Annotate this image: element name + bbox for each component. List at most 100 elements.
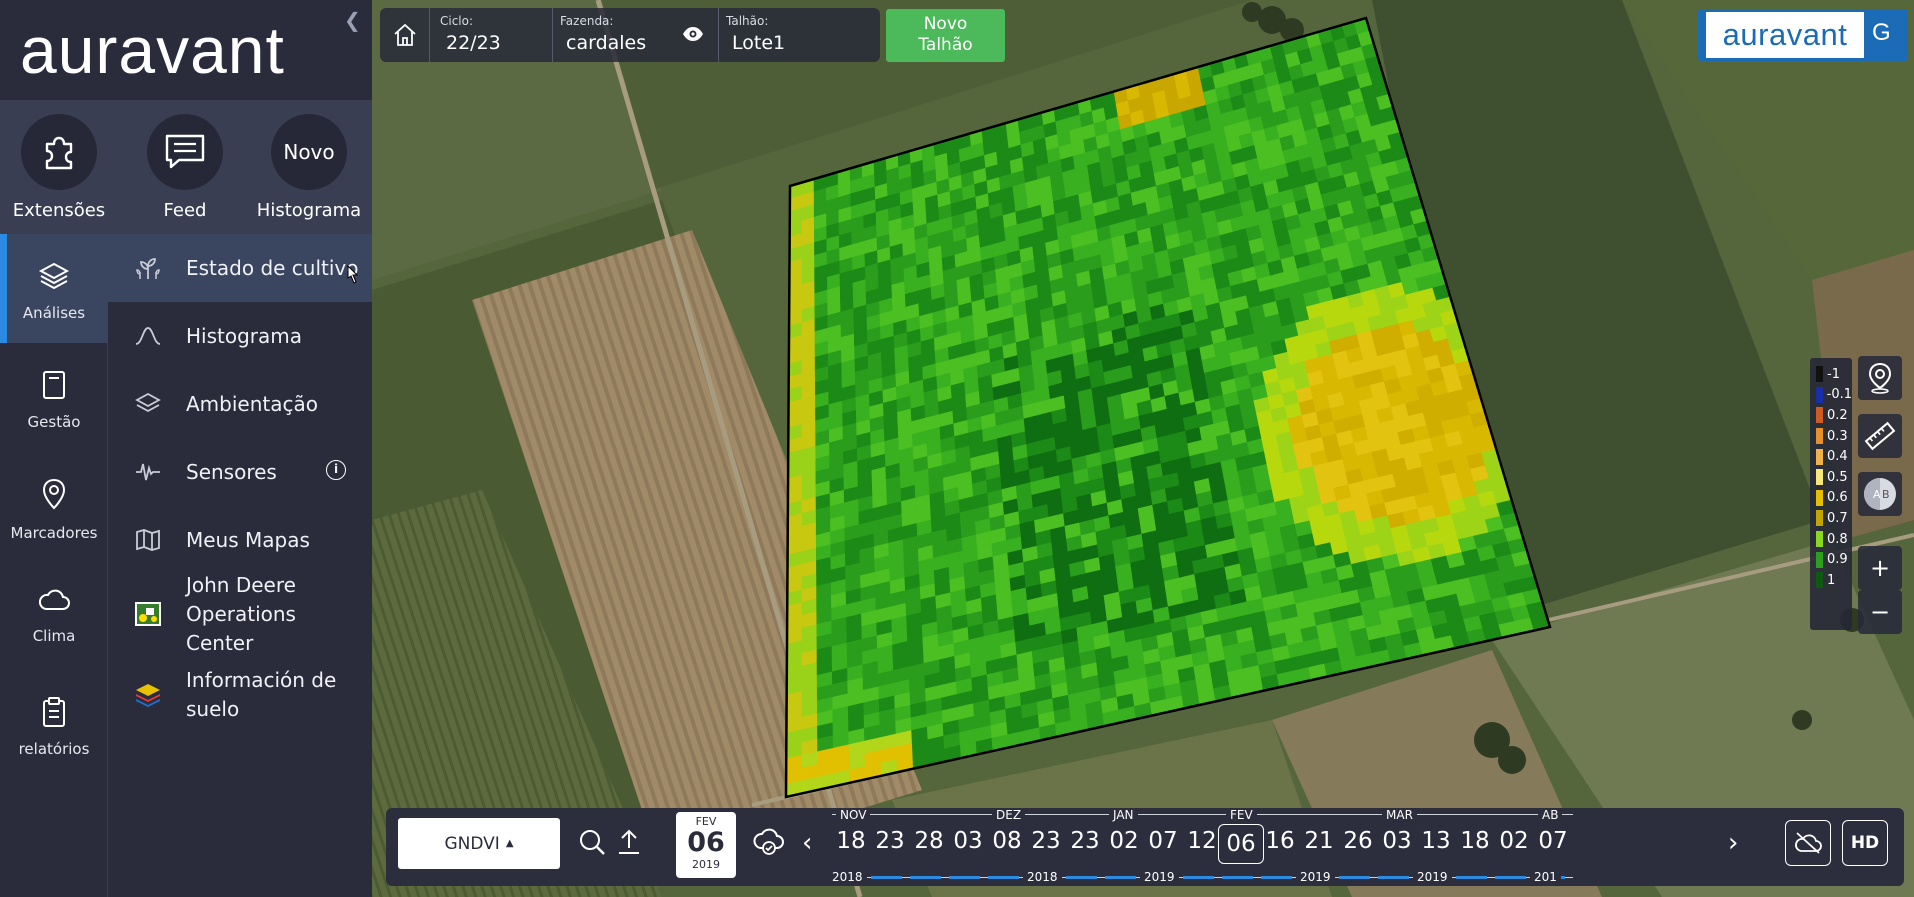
rail-item-analises[interactable]: Análises xyxy=(0,234,108,343)
legend-swatch xyxy=(1816,469,1823,486)
cloud-toggle-button[interactable] xyxy=(1785,820,1831,866)
timeline-availability-bar xyxy=(988,876,1019,879)
tractor-icon xyxy=(134,600,162,628)
submenu-label: Histograma xyxy=(186,323,303,348)
divider xyxy=(718,8,719,62)
new-talhao-button[interactable]: Novo Talhão xyxy=(886,9,1005,62)
timeline-prev-arrow[interactable]: ‹ xyxy=(802,828,812,858)
timeline-availability-bar xyxy=(871,876,902,879)
extensions-button[interactable]: Extensões xyxy=(4,114,114,221)
submenu-label: Meus Mapas xyxy=(186,527,310,552)
satellite-map[interactable] xyxy=(372,0,1914,897)
legend-row: 0.3 xyxy=(1810,426,1852,447)
collapse-sidebar-button[interactable]: ❮ xyxy=(344,8,361,32)
upload-icon[interactable] xyxy=(616,828,642,860)
locate-button[interactable] xyxy=(1858,356,1902,400)
selected-date-badge[interactable]: FEV 06 2019 xyxy=(676,812,736,878)
hd-toggle-button[interactable]: HD xyxy=(1842,820,1888,866)
eye-icon[interactable] xyxy=(682,26,704,46)
new-talhao-label-2: Talhão xyxy=(918,35,973,55)
timeline-date[interactable]: 07 xyxy=(1530,828,1576,854)
legend-value: 0.2 xyxy=(1827,407,1848,423)
fazenda-label: Fazenda: xyxy=(560,14,614,28)
legend-row: 0.7 xyxy=(1810,508,1852,529)
submenu-label: Ambientação xyxy=(186,391,318,416)
fazenda-selector[interactable]: Fazenda: cardales xyxy=(560,14,646,54)
main-nav-rail: Análises Gestão Marcadores Clima relatór… xyxy=(0,234,108,897)
submenu-label: Sensores xyxy=(186,459,277,484)
notebook-icon xyxy=(43,371,65,399)
timeline-year-label: 2018 xyxy=(1023,870,1062,884)
compare-b: B xyxy=(1882,488,1890,501)
legend-value: 0.5 xyxy=(1827,469,1848,485)
talhao-selector[interactable]: Talhão: Lote1 xyxy=(726,14,785,54)
submenu-item-ambientacao[interactable]: Ambientação xyxy=(108,370,372,438)
measure-button[interactable] xyxy=(1858,414,1902,458)
feed-label: Feed xyxy=(163,200,207,221)
compare-ab-button[interactable]: AB xyxy=(1858,472,1902,516)
timeline-availability-bar xyxy=(949,876,980,879)
rail-item-clima[interactable]: Clima xyxy=(0,561,108,670)
rail-label: Marcadores xyxy=(10,524,98,542)
home-icon xyxy=(393,23,416,46)
rail-label: Clima xyxy=(32,627,76,645)
rail-item-relatorios[interactable]: relatórios xyxy=(0,670,108,779)
legend-value: 0.3 xyxy=(1827,428,1848,444)
caret-up-icon: ▲ xyxy=(505,838,514,849)
rail-label: Análises xyxy=(22,304,86,322)
rail-item-marcadores[interactable]: Marcadores xyxy=(0,452,108,561)
timeline-availability-bar xyxy=(1183,876,1214,879)
zoom-out-button[interactable]: − xyxy=(1858,590,1902,634)
rail-item-gestao[interactable]: Gestão xyxy=(0,343,108,452)
legend-row: 0.8 xyxy=(1810,529,1852,550)
legend-value: 0.8 xyxy=(1827,531,1848,547)
index-dropdown[interactable]: GNDVI ▲ xyxy=(398,818,560,869)
submenu-item-john-deere[interactable]: John Deere Operations Center xyxy=(108,573,372,655)
quick-actions: Extensões Feed Novo Histograma xyxy=(0,100,372,234)
timeline-year-label: 2019 xyxy=(1413,870,1452,884)
map-pin-icon xyxy=(42,478,66,510)
ciclo-selector[interactable]: Ciclo: 22/23 xyxy=(440,14,501,54)
cloud-filter-icon[interactable] xyxy=(752,826,786,860)
image-timeline-bar: GNDVI ▲ FEV 06 2019 ‹ NOV DEZ JAN FEV MAR AB 1… xyxy=(386,808,1904,886)
legend-row: -1 xyxy=(1810,364,1852,385)
legend-swatch xyxy=(1816,510,1823,527)
sidebar: auravant ❮ Extensões Feed Novo Histogram… xyxy=(0,0,372,897)
legend-swatch xyxy=(1816,572,1823,589)
zoom-in-button[interactable]: + xyxy=(1858,546,1902,590)
submenu-item-meus-mapas[interactable]: Meus Mapas xyxy=(108,506,372,574)
search-icon[interactable] xyxy=(578,828,606,860)
mouse-cursor xyxy=(344,264,360,290)
timeline-availability-bar xyxy=(1456,876,1487,879)
user-brand-badge[interactable]: auravant G xyxy=(1698,9,1908,61)
legend-value: -0.1 xyxy=(1826,387,1852,403)
clipboard-icon xyxy=(43,697,65,727)
home-button[interactable] xyxy=(380,8,430,62)
legend-swatch xyxy=(1816,386,1823,403)
legend-row: 0.4 xyxy=(1810,446,1852,467)
submenu-item-estado-de-cultivo[interactable]: Estado de cultivo xyxy=(108,234,372,302)
submenu-label: John Deere Operations Center xyxy=(186,572,296,655)
legend-swatch xyxy=(1816,366,1823,383)
user-initial: G xyxy=(1872,19,1891,46)
legend-row: 0.2 xyxy=(1810,405,1852,426)
index-color-legend: -1 -0.1 0.2 0.3 0.4 0.5 0.6 0.7 0.8 0.9 1 xyxy=(1810,358,1852,630)
timeline-month-label: JAN xyxy=(1109,808,1138,822)
submenu-item-histograma[interactable]: Histograma xyxy=(108,302,372,370)
submenu-item-sensores[interactable]: Sensores i xyxy=(108,438,372,506)
ciclo-label: Ciclo: xyxy=(440,14,474,28)
selected-year: 2019 xyxy=(692,858,720,871)
novo-badge: Novo xyxy=(271,114,347,190)
feed-button[interactable]: Feed xyxy=(130,114,240,221)
timeline-next-arrow[interactable]: › xyxy=(1728,828,1738,858)
layers-icon xyxy=(38,262,70,290)
info-icon[interactable]: i xyxy=(326,460,346,480)
new-histogram-button[interactable]: Novo Histograma xyxy=(254,114,364,221)
talhao-value: Lote1 xyxy=(732,32,786,54)
chat-icon xyxy=(147,114,223,190)
timeline-availability-bar xyxy=(1261,876,1292,879)
submenu-label: Información de suelo xyxy=(186,668,337,721)
submenu-item-informacion-de-suelo[interactable]: Información de suelo xyxy=(108,654,372,736)
timeline-availability-bar xyxy=(1066,876,1097,879)
bell-curve-icon xyxy=(134,322,162,350)
